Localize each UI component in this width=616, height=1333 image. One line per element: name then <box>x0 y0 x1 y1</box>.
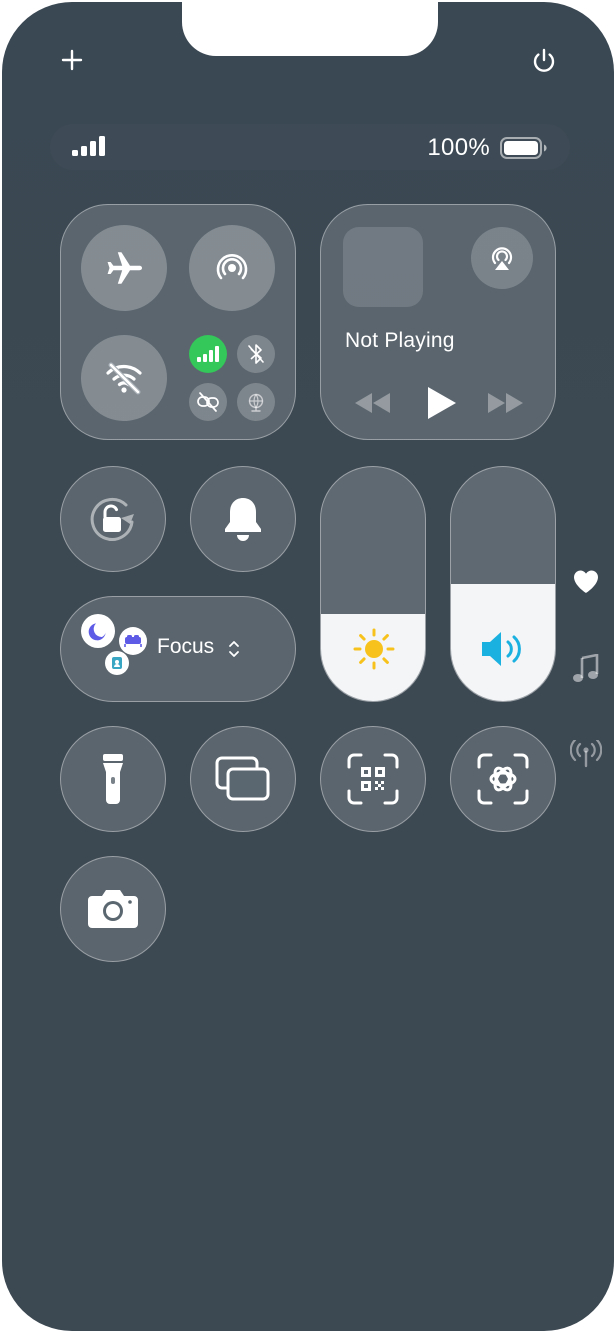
flashlight-icon <box>103 754 123 804</box>
cellular-data-button[interactable] <box>189 335 227 373</box>
airdrop-icon <box>216 254 248 280</box>
fast-forward-button[interactable] <box>485 391 525 415</box>
bell-icon <box>225 498 261 541</box>
personal-hotspot-button[interactable] <box>189 383 227 421</box>
bluetooth-button[interactable] <box>237 335 275 373</box>
rewind-icon <box>355 393 390 413</box>
status-bar: 100% <box>50 124 570 170</box>
airplane-mode-button[interactable] <box>81 225 167 311</box>
volume-slider[interactable] <box>450 466 556 702</box>
notch <box>182 2 438 56</box>
antenna-icon[interactable] <box>570 740 602 768</box>
now-playing-module[interactable]: Not Playing <box>320 204 556 440</box>
camera-button[interactable] <box>60 856 166 962</box>
connectivity-module <box>60 204 296 440</box>
bluetooth-off-icon <box>248 344 264 364</box>
qr-code-scanner-button[interactable] <box>320 726 426 832</box>
camera-icon <box>88 890 138 928</box>
airdrop-button[interactable] <box>189 225 275 311</box>
screen-mirroring-icon <box>215 756 270 801</box>
screen-mirroring-button[interactable] <box>190 726 296 832</box>
play-button[interactable] <box>423 385 459 421</box>
brightness-slider[interactable] <box>320 466 426 702</box>
phone-frame: 100% Not Playing Focus <box>0 0 616 1333</box>
cellular-signal-icon <box>72 136 106 158</box>
link-off-icon <box>197 392 219 412</box>
wifi-button[interactable] <box>81 335 167 421</box>
chevron-up-down-icon <box>227 639 241 659</box>
focus-label: Focus <box>157 635 215 658</box>
qr-code-scanner-icon <box>347 753 399 805</box>
cellular-data-icon <box>197 346 219 362</box>
visual-intelligence-icon <box>477 753 529 805</box>
album-artwork <box>343 227 423 307</box>
visual-intelligence-button[interactable] <box>450 726 556 832</box>
moon-icon <box>81 614 115 648</box>
play-icon <box>428 387 456 419</box>
rotation-lock-icon <box>90 497 134 541</box>
battery-percentage: 100% <box>427 134 490 161</box>
fast-forward-icon <box>488 393 523 413</box>
now-playing-status: Not Playing <box>345 329 455 352</box>
airplay-button[interactable] <box>471 227 533 289</box>
silent-mode-button[interactable] <box>190 466 296 572</box>
airplay-audio-icon <box>491 247 513 270</box>
rewind-button[interactable] <box>353 391 393 415</box>
plus-icon[interactable] <box>60 48 84 72</box>
power-icon[interactable] <box>530 47 558 75</box>
bed-icon <box>119 627 147 655</box>
airplane-icon <box>107 252 142 284</box>
flashlight-button[interactable] <box>60 726 166 832</box>
satellite-button[interactable] <box>237 383 275 421</box>
orientation-lock-button[interactable] <box>60 466 166 572</box>
satellite-icon <box>248 393 264 412</box>
person-badge-icon <box>105 651 129 675</box>
battery-icon <box>500 137 548 159</box>
control-center: 100% Not Playing Focus <box>2 2 614 1331</box>
music-note-icon[interactable] <box>572 654 600 684</box>
speaker-icon <box>479 629 527 669</box>
heart-icon[interactable] <box>572 568 600 594</box>
focus-button[interactable]: Focus <box>60 596 296 702</box>
wifi-off-icon <box>106 362 142 395</box>
sun-icon <box>352 627 396 671</box>
